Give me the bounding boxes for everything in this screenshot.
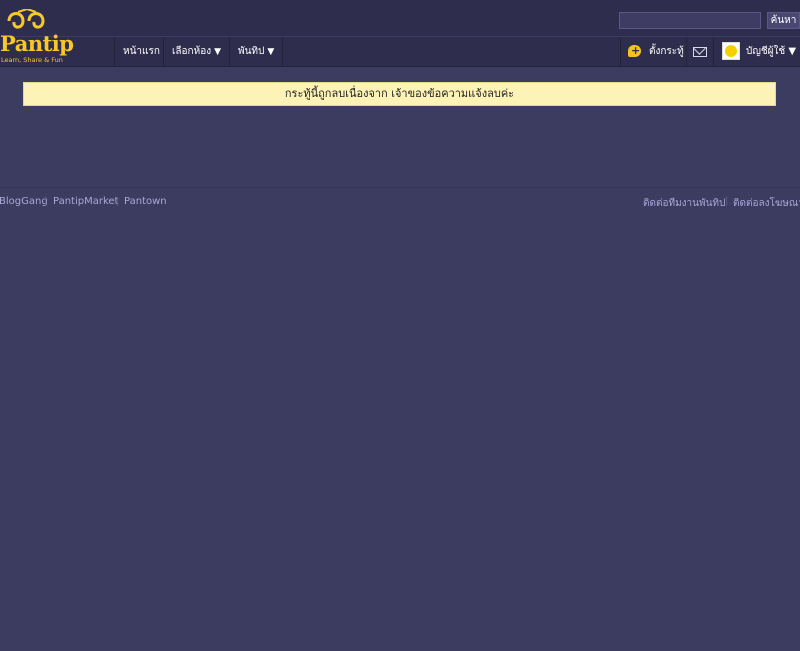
- search-input[interactable]: [619, 12, 761, 29]
- search-button[interactable]: ค้นหา: [767, 12, 800, 29]
- new-topic-button[interactable]: ตั้งกระทู้: [620, 36, 687, 66]
- avatar: [722, 42, 740, 60]
- chevron-down-icon: ▼: [788, 46, 797, 57]
- account-label: บัญชีผู้ใช้ ▼: [746, 37, 796, 66]
- add-topic-icon: [628, 36, 641, 65]
- logo-wordmark: Pantip: [0, 31, 74, 56]
- footer-link-bloggang[interactable]: BlogGang: [0, 196, 48, 207]
- footer-link-pantipmarket[interactable]: PantipMarket: [53, 196, 118, 207]
- footer-link-pantown[interactable]: Pantown: [124, 196, 167, 207]
- logo-tagline: Learn, Share & Fun: [1, 56, 63, 64]
- footer-link-contact-team[interactable]: ติดต่อทีมงานพันทิป: [643, 196, 725, 211]
- account-label-text: บัญชีผู้ใช้: [746, 46, 786, 57]
- footer-separator: |: [44, 196, 48, 207]
- nav-home-label: หน้าแรก: [123, 46, 160, 57]
- nav-pantip[interactable]: พันทิป ▼: [230, 37, 283, 66]
- notice-message: กระทู้นี้ถูกลบเนื่องจาก เจ้าของข้อความแจ…: [284, 87, 515, 100]
- messages-button[interactable]: [687, 37, 714, 66]
- nav-home[interactable]: หน้าแรก: [114, 37, 164, 66]
- footer-divider: [0, 187, 800, 188]
- nav-select-room-label: เลือกห้อง: [172, 46, 212, 57]
- new-topic-label: ตั้งกระทู้: [649, 46, 684, 57]
- chevron-down-icon: ▼: [214, 47, 222, 57]
- mail-icon: [693, 47, 707, 57]
- logo-mark-icon: [7, 9, 45, 29]
- smiley-icon: [725, 45, 737, 57]
- pantip-logo[interactable]: Pantip Learn, Share & Fun: [0, 9, 84, 64]
- nav-select-room[interactable]: เลือกห้อง ▼: [164, 37, 230, 66]
- footer-link-advertise[interactable]: ติดต่อลงโฆษณา: [733, 196, 800, 211]
- deleted-topic-notice: กระทู้นี้ถูกลบเนื่องจาก เจ้าของข้อความแจ…: [23, 82, 776, 106]
- chevron-down-icon: ▼: [267, 47, 275, 57]
- account-menu[interactable]: บัญชีผู้ใช้ ▼: [714, 37, 800, 66]
- footer-separator: |: [725, 196, 729, 207]
- footer-separator: |: [116, 196, 120, 207]
- nav-pantip-label: พันทิป: [238, 46, 265, 57]
